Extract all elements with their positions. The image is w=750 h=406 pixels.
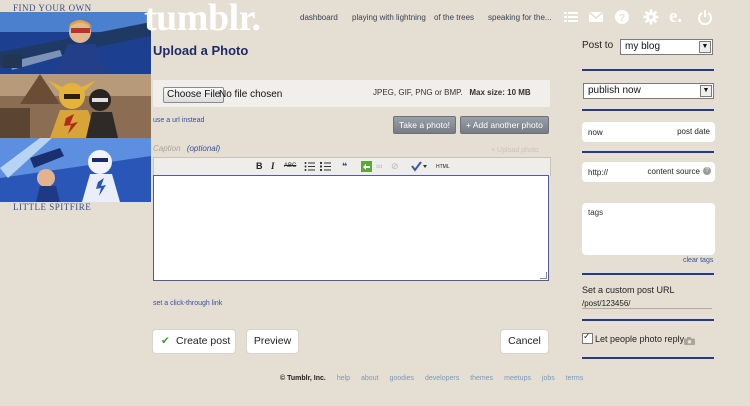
resize-handle[interactable] bbox=[540, 272, 547, 279]
art-panel-3 bbox=[0, 138, 151, 202]
svg-text:?: ? bbox=[619, 13, 625, 24]
caption-label-text: Caption bbox=[153, 144, 181, 153]
caption-optional-text: (optional) bbox=[186, 144, 221, 153]
custom-url-value: /post/123456/ bbox=[582, 299, 631, 308]
italic-button[interactable]: I bbox=[271, 161, 275, 171]
use-url-link[interactable]: use a url instead bbox=[153, 117, 204, 124]
photo-reply-label: Let people photo reply bbox=[595, 334, 685, 344]
chevron-down-icon: ▼ bbox=[699, 41, 711, 53]
unlink-icon[interactable]: ⊘ bbox=[391, 161, 399, 172]
click-through-link[interactable]: set a click-through link bbox=[153, 300, 222, 307]
tags-field[interactable]: tags bbox=[582, 203, 715, 255]
edit-e-icon[interactable]: e. bbox=[668, 6, 684, 27]
max-size-text: Max size: 10 MB bbox=[469, 88, 531, 97]
caption-label: Caption (optional) bbox=[153, 144, 220, 153]
clear-tags-link[interactable]: clear tags bbox=[683, 257, 713, 264]
insert-image-icon[interactable] bbox=[361, 161, 372, 174]
nav-blog-playing-with-lightning[interactable]: playing with lightning bbox=[352, 13, 426, 22]
content-source-field[interactable]: http:// content source ? bbox=[582, 162, 715, 182]
html-source-button[interactable]: HTML bbox=[436, 164, 450, 170]
art-panel-1 bbox=[0, 12, 151, 74]
post-date-value: now bbox=[588, 128, 603, 137]
upload-photo-link[interactable]: + Upload photo bbox=[491, 147, 539, 154]
take-photo-button[interactable]: Take a photo! bbox=[393, 116, 457, 134]
numbered-list-icon[interactable] bbox=[320, 161, 331, 174]
divider bbox=[582, 273, 714, 275]
file-upload-row: Choose File No file chosen JPEG, GIF, PN… bbox=[153, 80, 550, 107]
help-icon[interactable]: ? bbox=[614, 9, 630, 25]
nav-blog-speaking-for-the[interactable]: speaking for the... bbox=[488, 13, 552, 22]
power-icon[interactable] bbox=[697, 9, 713, 26]
file-format-hint: JPEG, GIF, PNG or BMP. Max size: 10 MB bbox=[373, 88, 531, 97]
tags-placeholder: tags bbox=[588, 208, 604, 217]
create-post-button[interactable]: ✔ Create post bbox=[153, 330, 235, 353]
nav-blog-of-the-trees[interactable]: of the trees bbox=[434, 13, 474, 22]
cancel-button[interactable]: Cancel bbox=[501, 330, 548, 353]
post-date-field[interactable]: now post date bbox=[582, 122, 715, 142]
nav-dashboard[interactable]: dashboard bbox=[300, 13, 338, 22]
footer-link-developers[interactable]: developers bbox=[425, 375, 459, 382]
divider bbox=[582, 109, 714, 111]
caption-editor[interactable] bbox=[153, 175, 549, 281]
bulleted-list-icon[interactable] bbox=[304, 161, 315, 174]
custom-url-field[interactable]: /post/123456/ bbox=[582, 299, 712, 309]
mail-icon[interactable] bbox=[588, 9, 604, 25]
content-source-value: http:// bbox=[588, 168, 609, 177]
file-format-text: JPEG, GIF, PNG or BMP. bbox=[373, 88, 463, 97]
publish-select[interactable]: publish now ▼ bbox=[583, 83, 714, 99]
footer-link-about[interactable]: about bbox=[361, 375, 379, 382]
publish-value: publish now bbox=[588, 85, 641, 96]
divider bbox=[582, 69, 714, 71]
footer-link-goodies[interactable]: goodies bbox=[390, 375, 415, 382]
photo-reply-checkbox[interactable]: ✓ bbox=[582, 331, 593, 344]
file-status-text: No file chosen bbox=[219, 89, 283, 100]
divider bbox=[582, 319, 714, 321]
add-another-photo-button[interactable]: + Add another photo bbox=[460, 116, 549, 134]
post-to-label: Post to bbox=[582, 40, 614, 51]
footer-link-jobs[interactable]: jobs bbox=[542, 375, 555, 382]
settings-gear-icon[interactable] bbox=[643, 9, 659, 25]
svg-text:e.: e. bbox=[669, 6, 682, 24]
info-icon[interactable]: ? bbox=[703, 167, 711, 175]
divider bbox=[582, 151, 714, 153]
bold-button[interactable]: B bbox=[256, 161, 263, 171]
page-title: Upload a Photo bbox=[153, 43, 249, 58]
spellcheck-icon[interactable] bbox=[411, 161, 427, 174]
art-bottom-caption: LITTLE SPITFIRE bbox=[13, 202, 92, 212]
preview-button[interactable]: Preview bbox=[247, 330, 298, 353]
footer-link-meetups[interactable]: meetups bbox=[504, 375, 531, 382]
strikethrough-button[interactable]: ABC bbox=[284, 163, 296, 169]
divider bbox=[582, 357, 714, 359]
footer-link-themes[interactable]: themes bbox=[470, 375, 493, 382]
tumblr-logo[interactable]: tumblr. bbox=[144, 0, 261, 40]
editor-toolbar: B I ABC ❝ ∞ ⊘ HTML bbox=[153, 157, 551, 176]
sidebar-art-image: FIND YOUR OWN LITTLE SPITFIRE bbox=[0, 0, 151, 215]
post-to-value: my blog bbox=[625, 41, 661, 52]
dashboard-list-icon[interactable] bbox=[563, 9, 579, 25]
custom-url-label: Set a custom post URL bbox=[582, 285, 675, 295]
link-icon[interactable]: ∞ bbox=[376, 161, 382, 171]
art-panel-2 bbox=[0, 74, 151, 138]
checkmark-icon: ✓ bbox=[583, 331, 591, 341]
copyright-text: © Tumblr, Inc. bbox=[280, 375, 326, 382]
create-post-label: Create post bbox=[176, 335, 231, 347]
quote-icon[interactable]: ❝ bbox=[342, 161, 347, 172]
footer: © Tumblr, Inc. help about goodies develo… bbox=[280, 375, 583, 382]
choose-file-button[interactable]: Choose File bbox=[163, 87, 225, 103]
content-source-label: content source bbox=[647, 167, 700, 176]
post-date-label: post date bbox=[677, 127, 710, 136]
post-to-select[interactable]: my blog ▼ bbox=[620, 39, 713, 55]
chevron-down-icon: ▼ bbox=[700, 85, 712, 97]
camera-icon bbox=[684, 336, 695, 348]
checkmark-icon: ✔ bbox=[161, 335, 170, 347]
footer-link-help[interactable]: help bbox=[337, 375, 350, 382]
footer-link-terms[interactable]: terms bbox=[566, 375, 584, 382]
